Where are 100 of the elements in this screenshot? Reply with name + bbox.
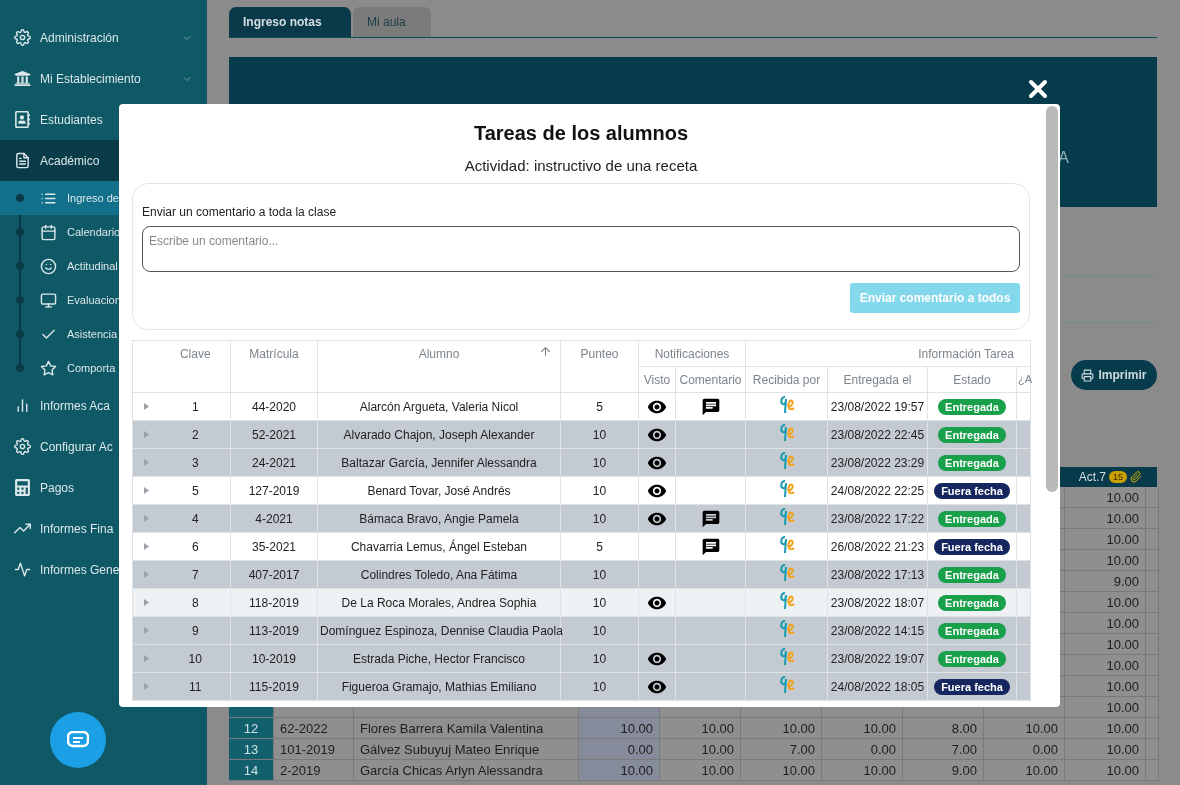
status-badge: Entregada [938, 454, 1006, 471]
column-header: Información Tarea [745, 340, 1031, 367]
column-header[interactable]: Visto [638, 366, 676, 393]
table-row[interactable]: 1 44-2020 Alarcón Argueta, Valeria Nicol 5 23/08/2022 19:57 Entregada [132, 392, 1031, 421]
column-header: Act.7 15 [1065, 467, 1146, 487]
status-badge: Entregada [938, 650, 1006, 667]
status-badge: Entregada [938, 398, 1006, 415]
table-cell: 2-2019 [274, 760, 354, 781]
table-cell: 9.00 [903, 760, 984, 781]
table-row[interactable]: 3 24-2021 Baltazar García, Jennifer Alessandra 10 23/08/2022 23:29 Entregada [132, 448, 1031, 477]
table-cell: 10.00 [822, 760, 903, 781]
column-header[interactable]: Alumno [317, 340, 561, 393]
table-cell: 10.00 [579, 760, 660, 781]
table-cell: 9 [160, 616, 231, 645]
table-cell: 407-2017 [230, 560, 318, 589]
table-cell: 10.00 [741, 718, 822, 739]
close-button[interactable] [1027, 78, 1049, 100]
dialog-subtitle: Actividad: instructivo de una receta [463, 157, 699, 174]
column-header[interactable]: Punteo [560, 340, 639, 393]
table-row[interactable]: 10 10-2019 Estrada Piche, Hector Francisco 10 23/08/2022 19:07 Entregada [132, 644, 1031, 673]
status-badge: Fuera fecha [934, 678, 1010, 695]
caret-icon[interactable] [144, 543, 150, 550]
table-cell: 10 [560, 644, 639, 673]
logo-icon [778, 619, 795, 639]
table-cell: 10.00 [1065, 529, 1146, 550]
sidebar-item[interactable]: Estudiantes [0, 99, 207, 140]
print-button[interactable]: Imprimir [1071, 360, 1157, 390]
column-header[interactable]: Entregada el [827, 366, 928, 393]
table-cell: 5 [560, 392, 639, 421]
comment-field[interactable]: Escribe un comentario... [142, 226, 1020, 272]
column-header[interactable]: Matrícula [230, 340, 318, 393]
table-row[interactable]: 5 127-2019 Benard Tovar, José Andrés 10 24/08/2022 22:25 Fuera fecha [132, 476, 1031, 505]
table-cell: 10.00 [741, 760, 822, 781]
status-badge: Entregada [938, 594, 1006, 611]
table-cell: 10.00 [660, 718, 741, 739]
table-cell: 10 [560, 672, 639, 701]
table-cell: 10 [560, 588, 639, 617]
table-cell: 52-2021 [230, 420, 318, 449]
table-cell: 62-2022 [274, 718, 354, 739]
status-badge: Entregada [938, 566, 1006, 583]
table-cell: 10.00 [984, 760, 1065, 781]
table-row[interactable]: 11 115-2019 Figueroa Gramajo, Mathias Emiliano 10 24/08/2022 18:05 Fuera fecha [132, 672, 1031, 701]
table-row[interactable]: 4 4-2021 Bámaca Bravo, Angie Pamela 10 23/08/2022 17:22 Entregada [132, 504, 1031, 533]
submenu-item[interactable]: Evaluacion [0, 283, 207, 317]
table-cell: 23/08/2022 22:45 [827, 420, 928, 449]
table-cell: 13 [229, 739, 274, 760]
column-header[interactable]: ¿A [1016, 366, 1031, 393]
table-cell: 8.00 [903, 718, 984, 739]
column-header[interactable]: Comentario [675, 366, 746, 393]
table-cell: 3 [160, 448, 231, 477]
table-cell: 101-2019 [274, 739, 354, 760]
table-cell: Alvarado Chajon, Joseph Alexander [317, 420, 561, 449]
table-cell: Benard Tovar, José Andrés [317, 476, 561, 505]
table-row[interactable]: 6 35-2021 Chavarria Lemus, Ángel Esteban 5 26/08/2022 21:23 Fuera fecha [132, 532, 1031, 561]
table-cell: 10 [160, 644, 231, 673]
table-cell: 23/08/2022 14:15 [827, 616, 928, 645]
table-cell: Domínguez Espinoza, Dennise Claudia Paola [317, 616, 561, 645]
table-row[interactable]: 9 113-2019 Domínguez Espinoza, Dennise Claudia Paola 10 23/08/2022 14:15 Entregada [132, 616, 1031, 645]
caret-icon[interactable] [144, 487, 150, 494]
table-cell [1146, 487, 1159, 508]
scrollbar[interactable] [1046, 106, 1058, 492]
smiley-icon [40, 257, 57, 275]
status-badge: Fuera fecha [934, 482, 1010, 499]
table-row[interactable]: 2 52-2021 Alvarado Chajon, Joseph Alexander 10 23/08/2022 22:45 Entregada [132, 420, 1031, 449]
sidebar-item[interactable]: Mi Establecimiento [0, 58, 207, 99]
column-header[interactable]: Clave [160, 340, 231, 393]
sidebar-item[interactable]: Administración [0, 17, 207, 58]
table-cell: 10.00 [579, 718, 660, 739]
status-badge: Entregada [938, 510, 1006, 527]
pulse-chart-icon [14, 561, 31, 578]
table-cell: 10-2019 [230, 644, 318, 673]
table-cell: 24/08/2022 18:05 [827, 672, 928, 701]
table-cell: 115-2019 [230, 672, 318, 701]
logo-icon [778, 535, 795, 555]
sort-icon[interactable] [539, 345, 552, 358]
logo-icon [778, 675, 795, 695]
caret-icon[interactable] [144, 403, 150, 410]
table-cell: 0.00 [984, 739, 1065, 760]
table-cell: García Chicas Arlyn Alessandra [354, 760, 579, 781]
table-cell: 113-2019 [230, 616, 318, 645]
chat-icon[interactable] [700, 396, 721, 417]
table-cell: 10.00 [1065, 634, 1146, 655]
column-header[interactable]: Estado [927, 366, 1017, 393]
table-cell: 7 [160, 560, 231, 589]
table-cell: 0.00 [579, 739, 660, 760]
table-cell: 10.00 [1065, 592, 1146, 613]
column-header[interactable]: Recibida por [745, 366, 828, 393]
logo-icon [778, 647, 795, 667]
document-icon [14, 152, 31, 169]
chat-icon[interactable] [700, 536, 721, 557]
table-cell: 5 [560, 532, 639, 561]
table-cell: 12 [229, 718, 274, 739]
chat-icon[interactable] [700, 508, 721, 529]
table-cell: 44-2020 [230, 392, 318, 421]
table-row[interactable]: 8 118-2019 De La Roca Morales, Andrea Sophia 10 23/08/2022 18:07 Entregada [132, 588, 1031, 617]
table-cell: 10 [560, 476, 639, 505]
tab[interactable]: Ingreso notas [229, 7, 351, 37]
table-row[interactable]: 7 407-2017 Colindres Toledo, Ana Fátima 10 23/08/2022 17:13 Entregada [132, 560, 1031, 589]
table-cell: 10 [560, 448, 639, 477]
gear-icon [14, 29, 31, 46]
